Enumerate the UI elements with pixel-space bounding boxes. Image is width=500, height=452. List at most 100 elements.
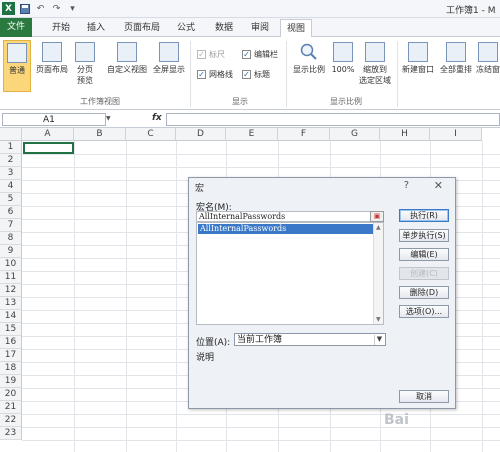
grid-line <box>22 414 500 415</box>
row-header[interactable]: 9 <box>0 245 22 258</box>
grid-line <box>22 440 500 441</box>
row-header[interactable]: 15 <box>0 323 22 336</box>
row-header[interactable]: 14 <box>0 310 22 323</box>
delete-button[interactable]: 删除(D) <box>399 286 449 299</box>
zoom-100-icon <box>333 42 353 62</box>
ribbon-view: 普通 页面布局 分页 预览 自定义视图 全屏显示 工作簿视图 ✓ 标尺 ✓ 编辑栏 … <box>0 37 500 110</box>
tab-formulas[interactable]: 公式 <box>170 19 202 37</box>
column-header[interactable]: C <box>126 128 176 141</box>
list-item[interactable]: AllInternalPasswords <box>198 224 373 234</box>
page-break-icon <box>75 42 95 62</box>
create-button[interactable]: 创建(C) <box>399 267 449 280</box>
row-header[interactable]: 4 <box>0 180 22 193</box>
row-header[interactable]: 13 <box>0 297 22 310</box>
dialog-title: 宏 <box>195 184 205 194</box>
row-header[interactable]: 10 <box>0 258 22 271</box>
row-header[interactable]: 8 <box>0 232 22 245</box>
macro-list[interactable]: AllInternalPasswords ▲ ▼ <box>196 222 384 325</box>
title-bar: X ↶ ↷ ▾ 工作簿1 - M <box>0 0 500 18</box>
tab-data[interactable]: 数据 <box>208 19 240 37</box>
active-cell-a1[interactable] <box>23 142 74 154</box>
row-header[interactable]: 21 <box>0 401 22 414</box>
column-header[interactable]: E <box>226 128 278 141</box>
quick-access-toolbar: X ↶ ↷ ▾ <box>2 2 79 15</box>
full-screen-button[interactable]: 全屏显示 <box>151 42 187 75</box>
zoom-100-button[interactable]: 100% <box>330 42 356 75</box>
tab-review[interactable]: 审阅 <box>244 19 276 37</box>
column-header[interactable]: H <box>380 128 430 141</box>
row-header[interactable]: 3 <box>0 167 22 180</box>
edit-button[interactable]: 编辑(E) <box>399 248 449 261</box>
row-header[interactable]: 5 <box>0 193 22 206</box>
ruler-check-icon: ✓ <box>197 50 206 59</box>
scroll-down-icon[interactable]: ▼ <box>376 316 381 323</box>
column-header[interactable]: A <box>22 128 74 141</box>
tab-view[interactable]: 视图 <box>280 19 312 38</box>
cancel-button[interactable]: 取消 <box>399 390 449 403</box>
magnifier-icon <box>299 42 319 62</box>
macro-dialog: 宏 ? ✕ 宏名(M): AllInternalPasswords ▣ AllI… <box>188 177 456 409</box>
page-layout-view-button[interactable]: 页面布局 <box>34 42 70 75</box>
column-header[interactable]: I <box>430 128 482 141</box>
row-header[interactable]: 16 <box>0 336 22 349</box>
row-header[interactable]: 18 <box>0 362 22 375</box>
freeze-panes-button[interactable]: 冻结窗 <box>476 42 500 75</box>
freeze-panes-icon <box>478 42 498 62</box>
grid-line <box>22 427 500 428</box>
insert-function-button[interactable]: fx <box>152 113 162 123</box>
row-header[interactable]: 22 <box>0 414 22 427</box>
chevron-down-icon[interactable]: ▼ <box>374 335 384 345</box>
row-header[interactable]: 23 <box>0 427 22 440</box>
tab-insert[interactable]: 插入 <box>80 19 112 37</box>
row-header[interactable]: 6 <box>0 206 22 219</box>
scroll-up-icon[interactable]: ▲ <box>376 224 381 231</box>
range-picker-icon[interactable]: ▣ <box>370 211 384 222</box>
column-header[interactable]: D <box>176 128 226 141</box>
customize-qat-icon[interactable]: ▾ <box>66 2 79 15</box>
arrange-all-button[interactable]: 全部重排 <box>438 42 474 75</box>
tab-page-layout[interactable]: 页面布局 <box>118 19 166 37</box>
run-button[interactable]: 执行(R) <box>399 209 449 222</box>
new-window-icon <box>408 42 428 62</box>
name-box-dropdown-icon[interactable]: ▼ <box>106 115 111 122</box>
formula-bar: A1 ▼ fx <box>0 112 500 128</box>
redo-icon[interactable]: ↷ <box>50 2 63 15</box>
normal-view-button[interactable]: 普通 <box>3 40 31 92</box>
row-header[interactable]: 20 <box>0 388 22 401</box>
headings-checkbox[interactable]: ✓ 标题 <box>242 69 270 80</box>
page-break-preview-button[interactable]: 分页 预览 <box>72 42 98 86</box>
ruler-checkbox[interactable]: ✓ 标尺 <box>197 49 225 60</box>
gridlines-checkbox[interactable]: ✓ 网格线 <box>197 69 233 80</box>
location-select[interactable]: 当前工作簿 ▼ <box>234 333 386 346</box>
step-into-button[interactable]: 单步执行(S) <box>399 229 449 242</box>
row-header[interactable]: 12 <box>0 284 22 297</box>
row-header[interactable]: 7 <box>0 219 22 232</box>
column-header[interactable]: G <box>330 128 380 141</box>
formula-input[interactable] <box>166 113 500 126</box>
column-header[interactable]: F <box>278 128 330 141</box>
save-icon[interactable] <box>18 2 31 15</box>
new-window-button[interactable]: 新建窗口 <box>400 42 436 75</box>
tab-home[interactable]: 开始 <box>44 19 78 37</box>
location-label: 位置(A): <box>196 338 231 348</box>
tab-file[interactable]: 文件 <box>0 18 32 37</box>
options-button[interactable]: 选项(O)... <box>399 305 449 318</box>
row-header[interactable]: 11 <box>0 271 22 284</box>
zoom-to-selection-button[interactable]: 缩放到 选定区域 <box>357 42 393 86</box>
row-header[interactable]: 19 <box>0 375 22 388</box>
formula-bar-checkbox[interactable]: ✓ 编辑栏 <box>242 49 278 60</box>
row-header[interactable]: 2 <box>0 154 22 167</box>
zoom-button[interactable]: 显示比例 <box>290 42 328 75</box>
row-header[interactable]: 17 <box>0 349 22 362</box>
column-header[interactable]: B <box>74 128 126 141</box>
group-separator <box>190 41 191 107</box>
close-icon[interactable]: ✕ <box>434 179 443 192</box>
custom-views-button[interactable]: 自定义视图 <box>104 42 150 75</box>
undo-icon[interactable]: ↶ <box>34 2 47 15</box>
select-all-corner[interactable] <box>0 128 22 141</box>
macro-name-input[interactable]: AllInternalPasswords <box>196 211 384 222</box>
row-header[interactable]: 1 <box>0 141 22 154</box>
name-box[interactable]: A1 <box>2 113 106 126</box>
list-scrollbar[interactable]: ▲ ▼ <box>373 223 383 324</box>
help-icon[interactable]: ? <box>404 180 409 191</box>
